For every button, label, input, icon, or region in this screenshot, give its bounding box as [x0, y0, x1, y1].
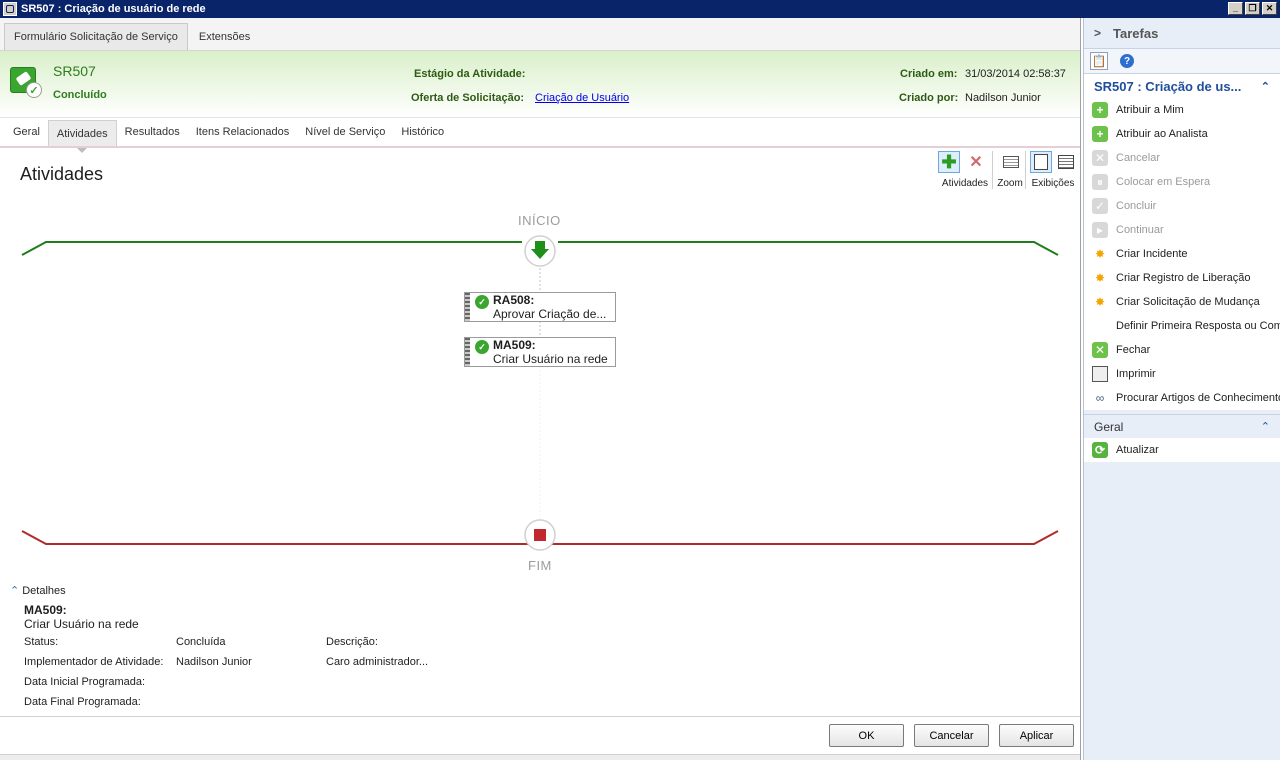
task-label: Atualizar — [1116, 444, 1159, 456]
task-section-title[interactable]: SR507 : Criação de us... ⌃ — [1084, 74, 1280, 98]
restore-button[interactable]: ❐ — [1245, 2, 1260, 15]
details-description-label: Descrição: — [326, 636, 378, 648]
task-pane-header[interactable]: > Tarefas — [1084, 18, 1280, 48]
end-stage-line — [21, 530, 540, 545]
details-implementer-label: Implementador de Atividade: — [24, 656, 164, 668]
star-icon: ✸ — [1094, 247, 1106, 261]
search-knowledge-icon: ∞ — [1095, 391, 1105, 405]
task-label: Fechar — [1116, 344, 1151, 356]
task-label: Criar Registro de Liberação — [1116, 272, 1251, 284]
task-set-first-response[interactable]: Definir Primeira Resposta ou Com — [1084, 314, 1280, 338]
task-label: Criar Incidente — [1116, 248, 1188, 260]
cancel-button[interactable]: Cancelar — [914, 724, 989, 747]
details-description-value: Caro administrador... — [326, 656, 429, 668]
general-section: Geral ⌃ ⟳ Atualizar — [1084, 414, 1280, 462]
start-stage-line — [21, 241, 522, 256]
task-label: Colocar em Espera — [1116, 176, 1211, 188]
details-start-date-label: Data Inicial Programada: — [24, 676, 146, 688]
complete-icon: ✓ — [1092, 198, 1108, 214]
chevron-right-icon: > — [1094, 26, 1102, 40]
chevron-up-icon: ⌃ — [1260, 421, 1270, 433]
end-stage-label: FIM — [528, 558, 552, 573]
window-controls: _ ❐ ✕ — [1228, 2, 1277, 15]
task-label: Criar Solicitação de Mudança — [1116, 296, 1260, 308]
task-assign-to-me[interactable]: + Atribuir a Mim — [1084, 98, 1280, 122]
apply-button[interactable]: Aplicar — [999, 724, 1074, 747]
clipboard-icon[interactable]: 📋 — [1090, 52, 1108, 70]
task-cancel: ✕ Cancelar — [1084, 146, 1280, 170]
activity-card[interactable]: ✓ RA508: Aprovar Criação de... — [464, 292, 616, 322]
activity-id: RA508: — [493, 293, 535, 307]
task-label: Continuar — [1116, 224, 1164, 236]
workflow-canvas — [21, 235, 1059, 551]
details-end-date-label: Data Final Programada: — [24, 696, 141, 708]
details-activity-name: Criar Usuário na rede — [24, 617, 139, 631]
task-assign-to-analyst[interactable]: + Atribuir ao Analista — [1084, 122, 1280, 146]
details-status-label: Status: — [24, 636, 59, 648]
activity-title: Aprovar Criação de... — [493, 307, 607, 321]
task-put-on-hold: ⏸ Colocar em Espera — [1084, 170, 1280, 194]
drag-grip-icon[interactable] — [465, 293, 470, 321]
task-label: Cancelar — [1116, 152, 1161, 164]
task-list-panel: SR507 : Criação de us... ⌃ + Atribuir a M… — [1084, 74, 1280, 410]
details-toggle[interactable]: ⌃ Detalhes — [10, 584, 66, 598]
task-label: Procurar Artigos de Conhecimento — [1116, 392, 1280, 404]
task-refresh[interactable]: ⟳ Atualizar — [1084, 438, 1280, 462]
task-pane: > Tarefas 📋 ? SR507 : Criação de us... ⌃… — [1083, 18, 1280, 760]
chevron-up-icon: ⌃ — [1260, 80, 1270, 93]
help-icon[interactable]: ? — [1118, 52, 1136, 70]
horizontal-scrollbar[interactable] — [0, 754, 1080, 760]
end-stop-icon — [534, 529, 546, 541]
completed-check-icon: ✓ — [475, 340, 489, 354]
refresh-icon: ⟳ — [1092, 442, 1108, 458]
assign-analyst-icon: + — [1092, 126, 1108, 142]
blank-icon — [1092, 318, 1108, 334]
cancel-icon: ✕ — [1092, 150, 1108, 166]
completed-check-icon: ✓ — [475, 295, 489, 309]
end-stage-line — [540, 530, 1059, 545]
task-label: Atribuir a Mim — [1116, 104, 1184, 116]
activity-id: MA509: — [493, 338, 536, 352]
activity-card[interactable]: ✓ MA509: Criar Usuário na rede — [464, 337, 616, 367]
task-pane-title: Tarefas — [1113, 25, 1159, 41]
task-create-release-record[interactable]: ✸ Criar Registro de Liberação — [1084, 266, 1280, 290]
task-close[interactable]: ✕ Fechar — [1084, 338, 1280, 362]
minimize-button[interactable]: _ — [1228, 2, 1243, 15]
task-section-label: SR507 : Criação de us... — [1094, 78, 1242, 94]
task-label: Imprimir — [1116, 368, 1156, 380]
footer-divider — [0, 716, 1080, 717]
task-label: Definir Primeira Resposta ou Com — [1116, 320, 1280, 332]
task-create-incident[interactable]: ✸ Criar Incidente — [1084, 242, 1280, 266]
star-icon: ✸ — [1094, 271, 1106, 285]
general-section-title[interactable]: Geral ⌃ — [1084, 414, 1280, 438]
details-label: Detalhes — [22, 584, 66, 597]
task-create-change-request[interactable]: ✸ Criar Solicitação de Mudança — [1084, 290, 1280, 314]
task-label: Concluir — [1116, 200, 1157, 212]
general-list: ⟳ Atualizar — [1084, 438, 1280, 462]
continue-icon: ▸ — [1092, 222, 1108, 238]
details-implementer-value: Nadilson Junior — [176, 656, 252, 668]
task-print[interactable]: Imprimir — [1084, 362, 1280, 386]
drag-grip-icon[interactable] — [465, 338, 470, 366]
hold-icon: ⏸ — [1092, 174, 1108, 190]
printer-icon — [1092, 366, 1108, 382]
close-request-icon: ✕ — [1092, 342, 1108, 358]
task-continue: ▸ Continuar — [1084, 218, 1280, 242]
start-stage-line — [558, 241, 1059, 256]
start-stage-label: INÍCIO — [518, 213, 561, 228]
task-label: Atribuir ao Analista — [1116, 128, 1208, 140]
activity-title: Criar Usuário na rede — [493, 352, 608, 366]
ok-button[interactable]: OK — [829, 724, 904, 747]
star-icon: ✸ — [1094, 295, 1106, 309]
close-window-button[interactable]: ✕ — [1262, 2, 1277, 15]
task-search-knowledge[interactable]: ∞ Procurar Artigos de Conhecimento — [1084, 386, 1280, 410]
details-status-value: Concluída — [176, 636, 226, 648]
task-pane-icon-tabs: 📋 ? — [1084, 48, 1280, 74]
chevron-up-icon: ⌃ — [10, 585, 20, 597]
task-complete: ✓ Concluir — [1084, 194, 1280, 218]
details-activity-id: MA509: — [24, 603, 67, 617]
assign-user-icon: + — [1092, 102, 1108, 118]
general-section-label: Geral — [1094, 419, 1124, 434]
